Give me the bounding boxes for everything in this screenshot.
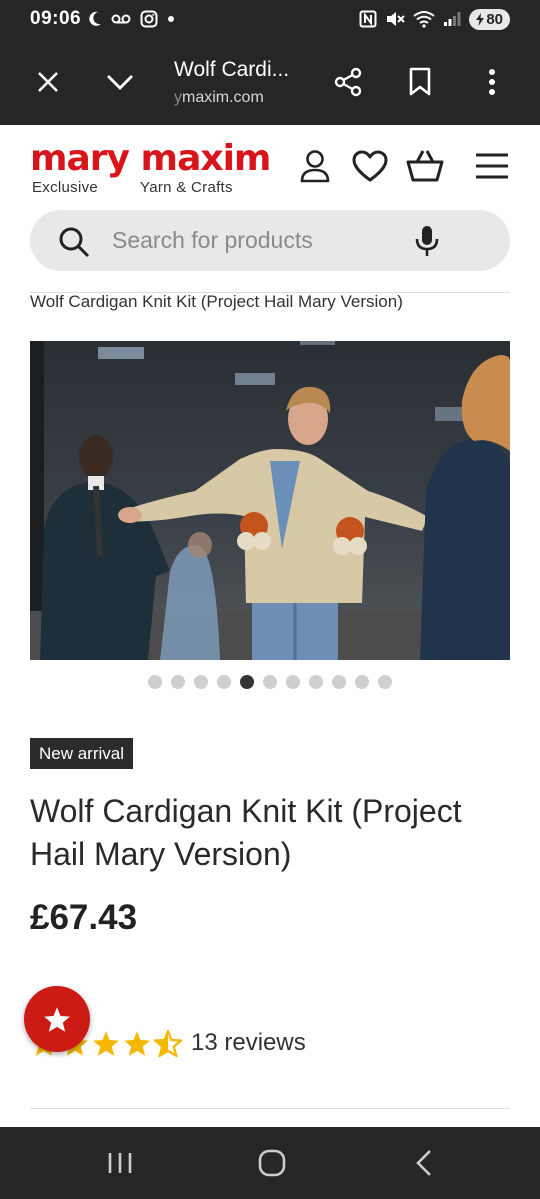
home-icon [258, 1149, 286, 1177]
system-navigation-bar [0, 1127, 540, 1199]
pagination-dot[interactable] [332, 675, 346, 689]
expand-button[interactable] [100, 62, 140, 102]
review-count[interactable]: 13 reviews [191, 1029, 306, 1057]
pagination-dot[interactable] [309, 675, 323, 689]
charging-icon [476, 12, 485, 26]
more-vert-icon [489, 69, 495, 95]
home-button[interactable] [252, 1145, 292, 1181]
wishlist-button[interactable] [350, 146, 390, 186]
new-arrival-badge: New arrival [30, 738, 134, 769]
notification-dot-icon [168, 16, 174, 22]
product-image[interactable] [30, 341, 510, 660]
menu-button[interactable] [472, 146, 512, 186]
pagination-dot[interactable] [263, 675, 277, 689]
tab-url[interactable]: ymaxim.com [174, 89, 264, 107]
mute-icon [387, 12, 406, 26]
breadcrumb[interactable]: Wolf Cardigan Knit Kit (Project Hail Mar… [30, 292, 403, 312]
moon-icon [89, 11, 101, 26]
share-button[interactable] [328, 62, 368, 102]
product-price: £67.43 [30, 898, 138, 937]
star-icon [44, 1006, 70, 1032]
pagination-dot[interactable] [171, 675, 185, 689]
pagination-dot[interactable] [194, 675, 208, 689]
logo-tagline-yarn: Yarn & Crafts [140, 179, 233, 196]
url-prefix: y [174, 89, 182, 106]
mic-icon[interactable] [414, 225, 440, 257]
bookmark-button[interactable] [400, 62, 440, 102]
pagination-dot[interactable] [217, 675, 231, 689]
search-bar[interactable] [30, 210, 510, 271]
instagram-icon [140, 10, 158, 28]
account-icon [300, 150, 330, 183]
menu-icon [476, 153, 508, 179]
star-full-icon [93, 1030, 119, 1056]
product-photo [30, 341, 510, 660]
nfc-icon [359, 10, 377, 28]
site-logo[interactable]: mary maxim Exclusive Yarn & Crafts [30, 139, 285, 197]
logo-tagline-exclusive: Exclusive [32, 179, 99, 196]
account-button[interactable] [295, 146, 335, 186]
status-time: 09:06 [30, 8, 82, 29]
pagination-dot[interactable] [286, 675, 300, 689]
browser-toolbar: Wolf Cardi... ymaxim.com [0, 40, 540, 125]
bookmark-icon [409, 67, 431, 96]
pagination-dot[interactable] [378, 675, 392, 689]
voicemail-icon [111, 14, 131, 24]
image-pagination [0, 675, 540, 689]
heart-icon [352, 150, 388, 182]
basket-button[interactable] [405, 146, 445, 186]
pagination-dot[interactable] [148, 675, 162, 689]
share-icon [334, 67, 362, 97]
recents-button[interactable] [100, 1145, 140, 1181]
search-input[interactable] [112, 222, 402, 258]
search-icon[interactable] [58, 226, 90, 258]
back-icon [416, 1150, 431, 1176]
close-icon [38, 72, 58, 92]
logo-wordmark: mary maxim [30, 138, 271, 179]
url-domain: maxim.com [182, 89, 264, 106]
product-title: Wolf Cardigan Knit Kit (Project Hail Mar… [30, 793, 462, 872]
wifi-icon [413, 11, 435, 28]
chevron-down-icon [107, 75, 133, 90]
battery-indicator: 80 [469, 8, 510, 30]
recents-icon [108, 1153, 132, 1173]
pagination-dot[interactable] [355, 675, 369, 689]
back-button[interactable] [404, 1145, 444, 1181]
star-full-icon [124, 1030, 150, 1056]
divider [30, 1108, 510, 1109]
star-half-icon [154, 1029, 182, 1057]
basket-icon [406, 150, 444, 182]
pagination-dot-active[interactable] [240, 675, 254, 689]
close-tab-button[interactable] [28, 62, 68, 102]
battery-level: 80 [486, 10, 503, 28]
reviews-widget-button[interactable] [24, 986, 90, 1052]
tab-title[interactable]: Wolf Cardi... [174, 58, 289, 82]
more-options-button[interactable] [472, 62, 512, 102]
signal-icon [444, 12, 461, 26]
status-bar: 09:06 80 [0, 0, 540, 40]
